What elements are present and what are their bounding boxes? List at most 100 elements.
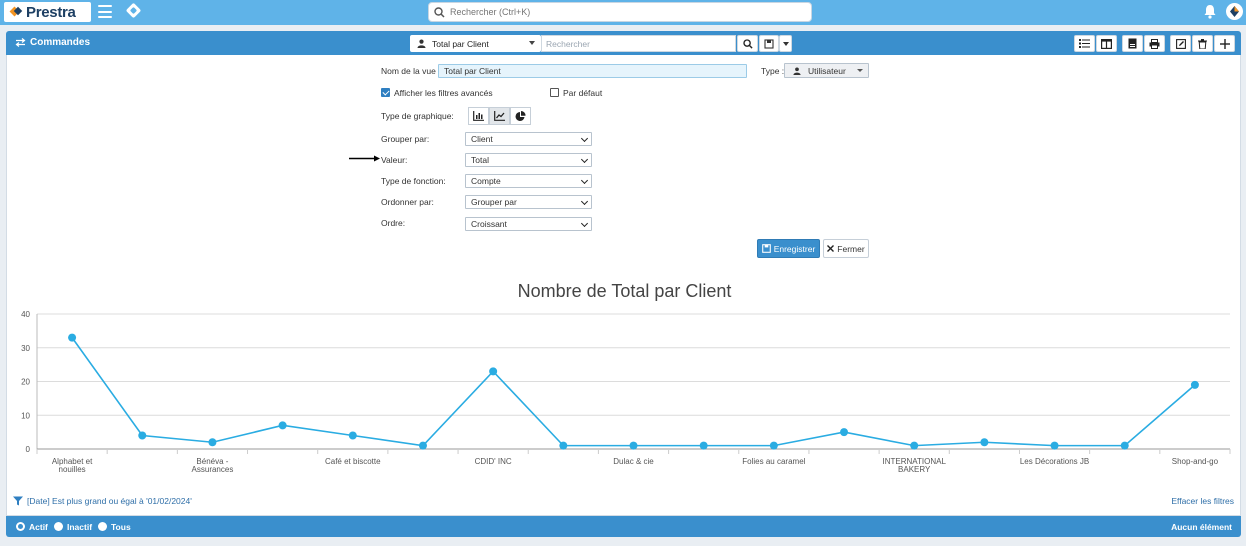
radio-all-label[interactable]: Tous	[111, 522, 131, 532]
close-button-label: Fermer	[837, 243, 865, 254]
list-icon	[1079, 39, 1090, 48]
x-tick-label: Les Décorations JB	[1020, 457, 1089, 466]
logo-icon	[9, 6, 23, 18]
print-button[interactable]	[1144, 35, 1165, 52]
printer-icon	[1149, 38, 1160, 49]
order-by-select[interactable]: Grouper par	[465, 195, 592, 209]
module-header: Commandes Total par Client	[6, 31, 1241, 55]
data-point	[559, 441, 568, 450]
report-button[interactable]	[1122, 35, 1143, 52]
function-type-label: Type de fonction:	[381, 176, 446, 186]
line-chart: 010203040Alphabet etnouillesBénéva -Assu…	[21, 310, 1231, 474]
group-by-select[interactable]: Client	[465, 132, 592, 146]
clear-filters-link[interactable]: Effacer les filtres	[1171, 496, 1234, 506]
function-type-value: Compte	[471, 176, 501, 186]
chevron-down-icon	[580, 219, 589, 228]
add-button[interactable]	[1214, 35, 1235, 52]
data-point	[769, 441, 778, 450]
saved-search-button[interactable]	[759, 35, 779, 52]
arrow-annotation	[349, 155, 380, 162]
module-search-input[interactable]	[541, 35, 736, 52]
columns-icon	[1101, 38, 1112, 49]
group-by-value: Client	[471, 134, 493, 144]
search-button[interactable]	[737, 35, 758, 52]
user-icon	[793, 66, 801, 75]
radio-inactive[interactable]	[54, 522, 63, 531]
search-icon	[434, 6, 445, 18]
x-tick-label: Dulac & cie	[613, 457, 654, 466]
chevron-down-icon	[529, 41, 535, 45]
show-filters-label: Afficher les filtres avancés	[394, 88, 493, 98]
radio-inactive-label[interactable]: Inactif	[67, 522, 92, 532]
swap-arrows-icon	[15, 38, 26, 47]
view-selector-label: Total par Client	[432, 38, 489, 49]
value-select[interactable]: Total	[465, 153, 592, 167]
edit-icon	[1175, 38, 1186, 49]
x-tick-label: nouilles	[59, 465, 86, 474]
close-button[interactable]: Fermer	[823, 239, 869, 258]
active-filter[interactable]: [Date] Est plus grand ou égal à '01/02/2…	[13, 496, 192, 506]
pie-chart-button[interactable]	[510, 107, 531, 125]
data-point	[840, 428, 849, 437]
chevron-down-icon	[580, 176, 589, 185]
footer-bar: Actif Inactif Tous Aucun élément	[6, 516, 1241, 537]
function-type-select[interactable]: Compte	[465, 174, 592, 188]
data-point	[1120, 441, 1129, 450]
data-point	[418, 441, 427, 450]
radio-active[interactable]	[16, 522, 25, 531]
bar-chart-icon	[473, 111, 484, 121]
default-checkbox[interactable]	[550, 88, 559, 97]
radio-all[interactable]	[98, 522, 107, 531]
line-chart-button[interactable]	[489, 107, 510, 125]
modules-diamond-icon[interactable]	[125, 2, 142, 19]
data-point	[629, 441, 638, 450]
y-tick-label: 0	[26, 445, 31, 454]
chevron-down-icon	[580, 155, 589, 164]
order-by-value: Grouper par	[471, 197, 517, 207]
active-filter-text: [Date] Est plus grand ou égal à '01/02/2…	[27, 496, 192, 506]
value-select-value: Total	[471, 155, 489, 165]
pie-chart-icon	[515, 110, 526, 121]
filter-icon	[13, 496, 23, 506]
radio-active-label[interactable]: Actif	[29, 522, 48, 532]
save-button[interactable]: Enregistrer	[757, 239, 820, 258]
plus-icon	[1219, 38, 1230, 49]
chart-type-label: Type de graphique:	[381, 111, 454, 121]
search-options-dropdown[interactable]	[779, 35, 792, 52]
bar-chart-button[interactable]	[468, 107, 489, 125]
data-point	[208, 438, 217, 447]
search-icon	[742, 38, 753, 49]
main-panel: Nom de la vue : Total par Client Type : …	[6, 55, 1241, 516]
edit-button[interactable]	[1170, 35, 1191, 52]
data-point	[910, 441, 919, 450]
hamburger-menu-icon[interactable]	[98, 5, 112, 18]
group-by-label: Grouper par:	[381, 134, 430, 144]
show-filters-checkbox[interactable]	[381, 88, 390, 97]
y-tick-label: 20	[21, 378, 30, 387]
data-point	[348, 431, 357, 440]
order-select[interactable]: Croissant	[465, 217, 592, 231]
view-name-input[interactable]: Total par Client	[438, 64, 747, 78]
list-view-button[interactable]	[1074, 35, 1095, 52]
save-disk-icon	[761, 244, 771, 253]
delete-button[interactable]	[1192, 35, 1213, 52]
global-search-box[interactable]	[428, 2, 812, 22]
global-search-input[interactable]	[450, 7, 790, 17]
y-tick-label: 10	[21, 411, 30, 420]
user-avatar-icon[interactable]	[1226, 3, 1243, 20]
view-selector[interactable]: Total par Client	[410, 35, 541, 52]
order-value: Croissant	[471, 219, 507, 229]
columns-view-button[interactable]	[1096, 35, 1117, 52]
notification-bell-icon[interactable]	[1203, 4, 1217, 19]
type-select[interactable]: Utilisateur	[784, 63, 869, 78]
series-line	[71, 337, 1196, 447]
data-point	[1190, 380, 1199, 389]
line-chart-icon	[494, 111, 505, 121]
order-label: Ordre:	[381, 218, 406, 228]
data-point	[278, 421, 287, 430]
trash-icon	[1198, 38, 1207, 49]
brand-logo[interactable]: Prestra	[4, 2, 91, 22]
data-point	[1050, 441, 1059, 450]
data-point	[138, 431, 147, 440]
top-bar: Prestra	[0, 0, 1246, 25]
